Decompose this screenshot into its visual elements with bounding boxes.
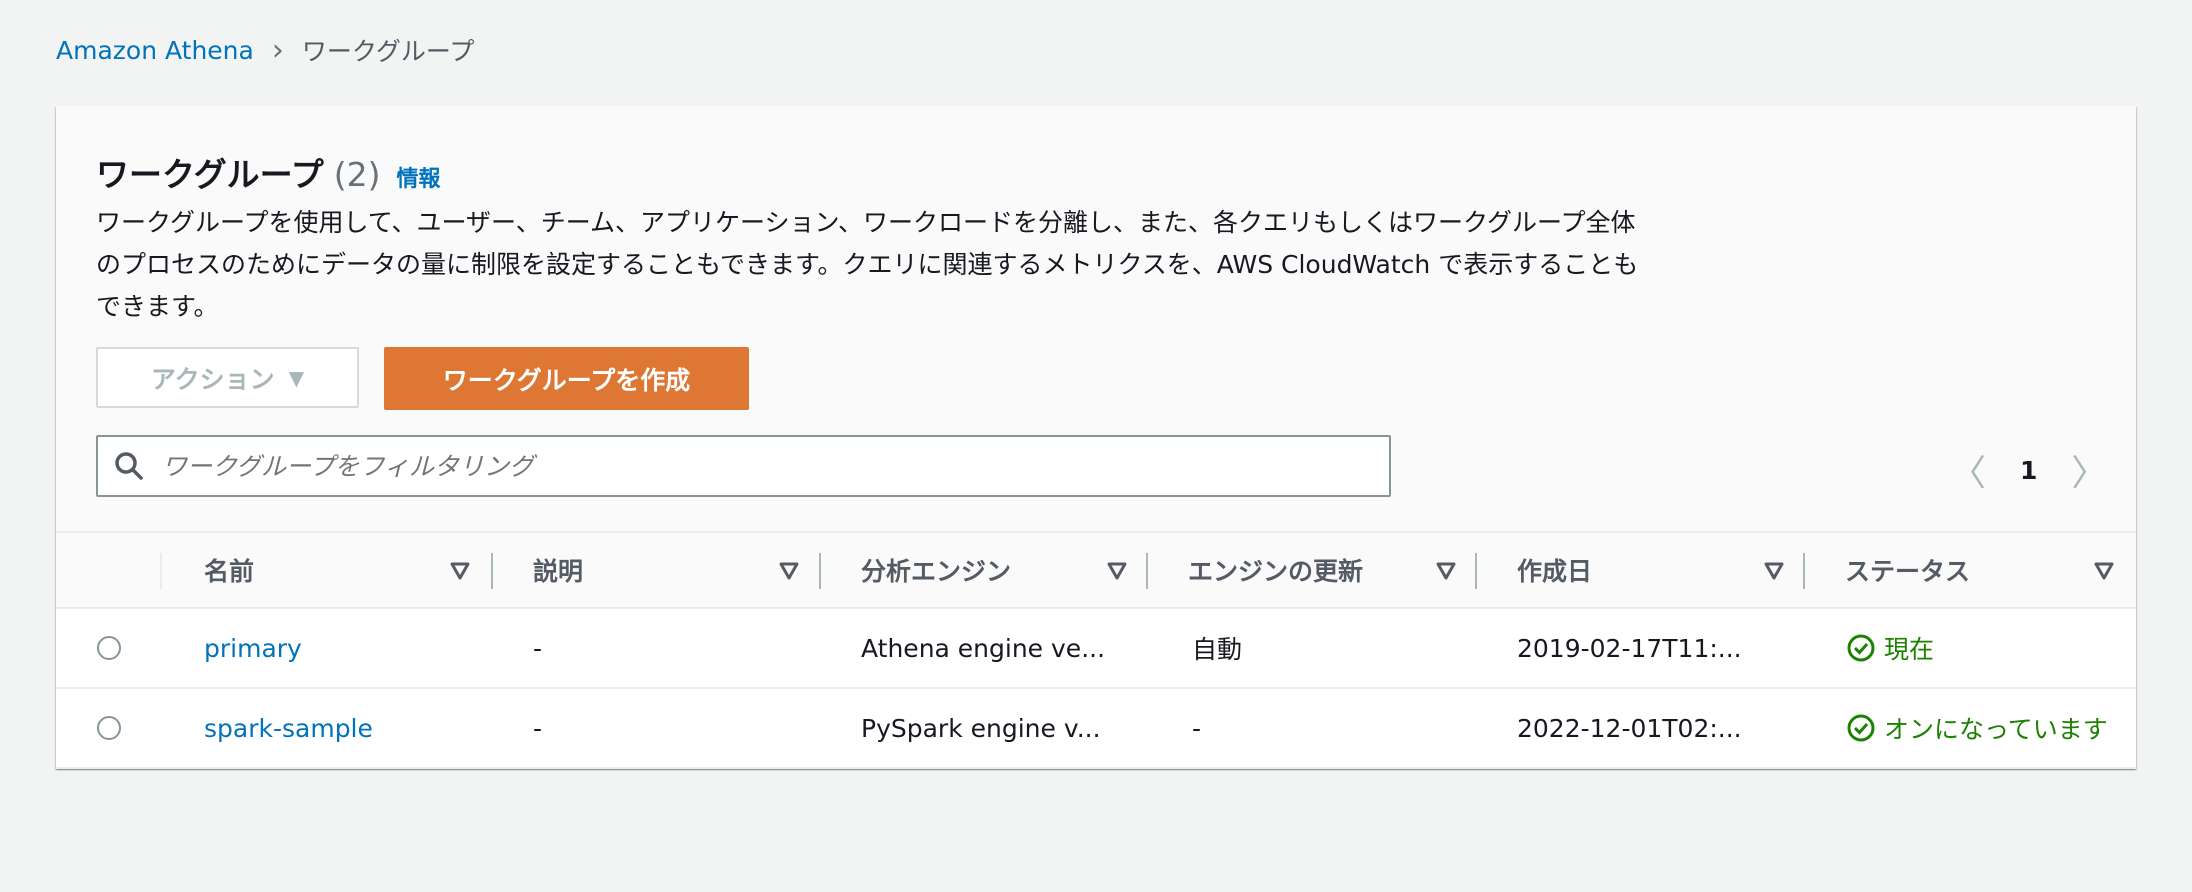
filter-input[interactable] — [160, 450, 1389, 482]
status-text: 現在 — [1884, 635, 1935, 664]
current-page[interactable]: 1 — [2020, 456, 2037, 485]
chevron-left-icon[interactable]: 〈 — [1950, 444, 1986, 496]
sort-icon[interactable] — [1436, 562, 1456, 580]
page-title: ワークグループ (2) 情報 — [96, 148, 440, 196]
pagination: 〈 1 〉 — [1950, 444, 2107, 496]
search-icon — [115, 452, 143, 480]
info-link[interactable]: 情報 — [396, 161, 440, 193]
created-cell: 2022-12-01T02:... — [1517, 713, 1742, 743]
breadcrumb-athena-link[interactable]: Amazon Athena — [56, 36, 254, 65]
column-header-engine-update[interactable]: エンジンの更新 — [1188, 533, 1363, 607]
column-divider[interactable] — [1803, 553, 1805, 589]
engine-update-cell: - — [1192, 713, 1202, 743]
breadcrumb-current: ワークグループ — [301, 37, 475, 66]
check-circle-icon — [1847, 714, 1875, 742]
column-header-created[interactable]: 作成日 — [1517, 533, 1592, 607]
caret-down-icon: ▼ — [288, 365, 305, 390]
description-cell: - — [533, 713, 543, 743]
status-badge: オンになっています — [1846, 689, 2108, 767]
chevron-right-icon[interactable]: 〉 — [2071, 444, 2107, 496]
actions-label: アクション — [150, 364, 275, 394]
column-header-status[interactable]: ステータス — [1845, 533, 1970, 607]
workgroup-count: (2) — [333, 155, 381, 194]
column-header-description[interactable]: 説明 — [533, 533, 583, 607]
chevron-right-icon: › — [271, 32, 284, 68]
column-header-engine[interactable]: 分析エンジン — [861, 533, 1011, 607]
workgroup-name-link[interactable]: primary — [204, 609, 302, 687]
table-header: 名前 説明 分析エンジン エンジンの更新 作成日 ステータス — [56, 531, 2136, 609]
sort-icon[interactable] — [2094, 562, 2114, 580]
column-divider[interactable] — [1475, 553, 1477, 589]
engine-cell: PySpark engine v... — [861, 713, 1101, 743]
create-workgroup-button[interactable]: ワークグループを作成 — [384, 347, 749, 410]
title-text: ワークグループ — [96, 155, 324, 194]
description: ワークグループを使用して、ユーザー、チーム、アプリケーション、ワークロードを分離… — [96, 208, 1639, 321]
sort-icon[interactable] — [450, 562, 470, 580]
sort-icon[interactable] — [779, 562, 799, 580]
engine-update-cell: 自動 — [1192, 635, 1243, 664]
engine-cell: Athena engine ve... — [861, 633, 1106, 663]
column-divider — [160, 553, 162, 589]
table-row[interactable]: spark-sample - PySpark engine v... - 202… — [56, 689, 2136, 769]
breadcrumb: Amazon Athena › ワークグループ — [56, 32, 474, 68]
sort-icon[interactable] — [1107, 562, 1127, 580]
column-divider[interactable] — [1146, 553, 1148, 589]
created-cell: 2019-02-17T11:... — [1517, 633, 1742, 663]
column-header-name[interactable]: 名前 — [204, 533, 254, 607]
filter-search[interactable] — [96, 435, 1391, 497]
sort-icon[interactable] — [1764, 562, 1784, 580]
column-divider[interactable] — [819, 553, 821, 589]
check-circle-icon — [1847, 634, 1875, 662]
table-row[interactable]: primary - Athena engine ve... 自動 2019-02… — [56, 609, 2136, 689]
status-text: オンになっています — [1884, 715, 2108, 744]
actions-button[interactable]: アクション ▼ — [96, 347, 359, 408]
workgroups-panel: ワークグループ (2) 情報 ワークグループを使用して、ユーザー、チーム、アプリ… — [56, 106, 2136, 769]
description-cell: - — [533, 633, 543, 663]
column-divider[interactable] — [491, 553, 493, 589]
row-radio[interactable] — [97, 636, 121, 660]
status-badge: 現在 — [1846, 609, 1934, 687]
row-radio[interactable] — [97, 716, 121, 740]
workgroup-name-link[interactable]: spark-sample — [204, 689, 373, 767]
